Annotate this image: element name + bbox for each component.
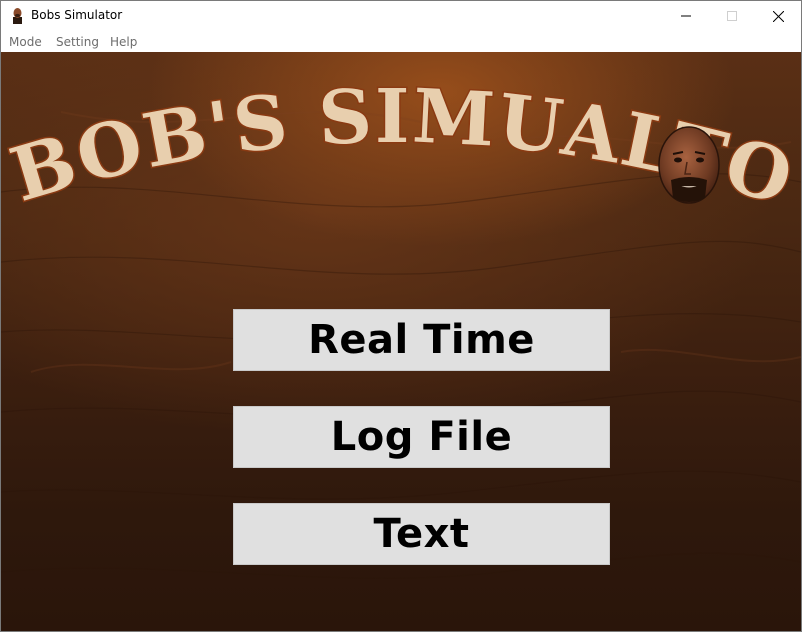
menu-help[interactable]: Help xyxy=(110,35,137,49)
log-file-button[interactable]: Log File xyxy=(233,406,610,468)
window-title: Bobs Simulator xyxy=(31,8,123,22)
bob-face-icon xyxy=(658,126,720,204)
logo: BOB'S SIMUALTOR xyxy=(1,52,801,224)
close-button[interactable] xyxy=(755,1,801,31)
app-window: Bobs Simulator Mode Setting Help BOB'S S… xyxy=(0,0,802,632)
close-icon xyxy=(772,10,784,22)
minimize-icon xyxy=(681,15,691,17)
minimize-button[interactable] xyxy=(663,1,709,31)
main-content: BOB'S SIMUALTOR Real Time Log File Text xyxy=(1,52,801,631)
menu-bar: Mode Setting Help xyxy=(1,31,801,52)
bob-portrait-icon xyxy=(13,8,22,24)
title-bar[interactable]: Bobs Simulator xyxy=(1,1,801,31)
maximize-button[interactable] xyxy=(709,1,755,31)
maximize-icon xyxy=(727,11,737,21)
menu-setting[interactable]: Setting xyxy=(56,35,99,49)
real-time-button[interactable]: Real Time xyxy=(233,309,610,371)
text-button[interactable]: Text xyxy=(233,503,610,565)
menu-mode[interactable]: Mode xyxy=(9,35,42,49)
